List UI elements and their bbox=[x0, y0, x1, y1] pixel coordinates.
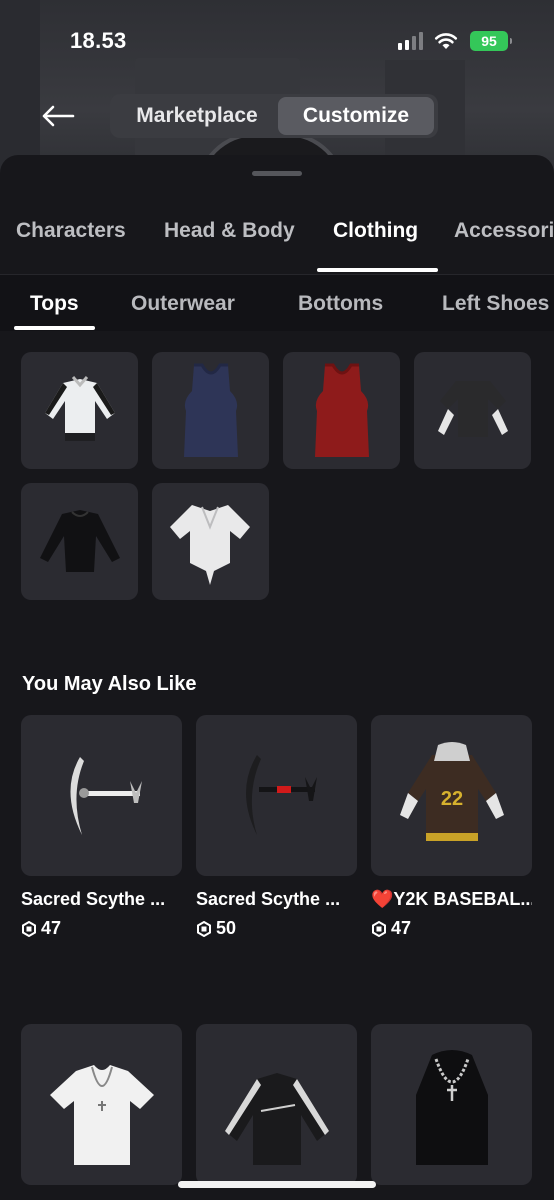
tab-clothing[interactable]: Clothing bbox=[333, 219, 418, 243]
item-tile[interactable] bbox=[414, 352, 531, 469]
white-track-jacket-icon bbox=[44, 375, 115, 441]
item-tile[interactable] bbox=[283, 352, 400, 469]
item-name: ❤️Y2K BASEBAL... bbox=[371, 889, 532, 909]
baseball-jacket-icon: 22 bbox=[399, 741, 504, 841]
tab-bottoms[interactable]: Bottoms bbox=[298, 292, 383, 316]
item-name: Sacred Scythe ... bbox=[196, 889, 341, 909]
robux-icon bbox=[372, 920, 386, 937]
tab-characters[interactable]: Characters bbox=[16, 219, 126, 243]
item-thumbnail bbox=[196, 715, 357, 876]
white-tshirt-chain-icon bbox=[49, 1064, 154, 1165]
customize-sheet: Characters Head & Body Clothing Accessor… bbox=[0, 155, 554, 1200]
cellular-signal-icon bbox=[398, 32, 423, 50]
tab-accessories[interactable]: Accessories bbox=[454, 219, 554, 243]
status-bar: 18.53 95 bbox=[0, 0, 554, 80]
chain-necklace-icon bbox=[415, 1049, 488, 1165]
price-value: 47 bbox=[41, 918, 62, 938]
subcategory-tabs: Tops Outerwear Bottoms Left Shoes bbox=[0, 275, 554, 331]
item-thumbnail bbox=[21, 1024, 182, 1185]
black-layered-shirt-icon bbox=[437, 380, 508, 437]
mode-switcher: Marketplace Customize bbox=[110, 94, 438, 138]
tab-head-body[interactable]: Head & Body bbox=[164, 219, 295, 243]
item-tile[interactable] bbox=[152, 352, 269, 469]
white-tied-shirt-icon bbox=[169, 504, 250, 585]
price-value: 47 bbox=[391, 918, 412, 938]
recommendation-card[interactable]: Sacred Scythe ... 47 bbox=[21, 715, 182, 939]
item-thumbnail: 22 bbox=[371, 715, 532, 876]
recommendation-card[interactable] bbox=[371, 1024, 532, 1185]
navy-tank-top-icon bbox=[183, 363, 238, 457]
red-tank-top-icon bbox=[314, 363, 369, 457]
item-price: 47 bbox=[21, 918, 182, 939]
marketplace-tab[interactable]: Marketplace bbox=[114, 97, 280, 135]
wifi-icon bbox=[434, 33, 458, 49]
back-arrow-icon bbox=[42, 105, 75, 127]
scythe-icon bbox=[245, 754, 317, 835]
battery-level: 95 bbox=[481, 33, 497, 49]
tab-tops[interactable]: Tops bbox=[30, 292, 79, 316]
black-track-jacket-icon bbox=[224, 1072, 329, 1165]
robux-icon bbox=[197, 920, 211, 937]
recommendation-card[interactable] bbox=[196, 1024, 357, 1185]
sheet-grabber[interactable] bbox=[252, 171, 302, 176]
subcategory-active-indicator bbox=[14, 326, 95, 330]
item-tile[interactable] bbox=[21, 483, 138, 600]
battery-indicator: 95 bbox=[470, 31, 512, 51]
home-indicator[interactable] bbox=[178, 1181, 376, 1188]
category-active-indicator bbox=[317, 268, 438, 272]
recommendation-card[interactable]: 22 ❤️Y2K BASEBAL... 47 bbox=[371, 715, 532, 939]
item-name: Sacred Scythe ... bbox=[21, 889, 166, 909]
customize-tab[interactable]: Customize bbox=[278, 97, 434, 135]
tab-left-shoes[interactable]: Left Shoes bbox=[442, 292, 549, 316]
tab-outerwear[interactable]: Outerwear bbox=[131, 292, 235, 316]
category-tabs: Characters Head & Body Clothing Accessor… bbox=[0, 201, 554, 275]
svg-text:22: 22 bbox=[440, 788, 462, 810]
back-button[interactable] bbox=[38, 96, 78, 136]
section-title: You May Also Like bbox=[22, 673, 197, 695]
item-thumbnail bbox=[371, 1024, 532, 1185]
price-value: 50 bbox=[216, 918, 237, 938]
item-thumbnail bbox=[21, 715, 182, 876]
item-tile[interactable] bbox=[21, 352, 138, 469]
recommendation-card[interactable]: Sacred Scythe ... 50 bbox=[196, 715, 357, 939]
item-price: 47 bbox=[371, 918, 532, 939]
recommendation-card[interactable] bbox=[21, 1024, 182, 1185]
status-time: 18.53 bbox=[70, 28, 127, 53]
item-price: 50 bbox=[196, 918, 357, 939]
scythe-icon bbox=[69, 756, 142, 835]
robux-icon bbox=[22, 920, 36, 937]
item-tile[interactable] bbox=[152, 483, 269, 600]
black-long-sleeve-icon bbox=[39, 509, 120, 572]
item-thumbnail bbox=[196, 1024, 357, 1185]
